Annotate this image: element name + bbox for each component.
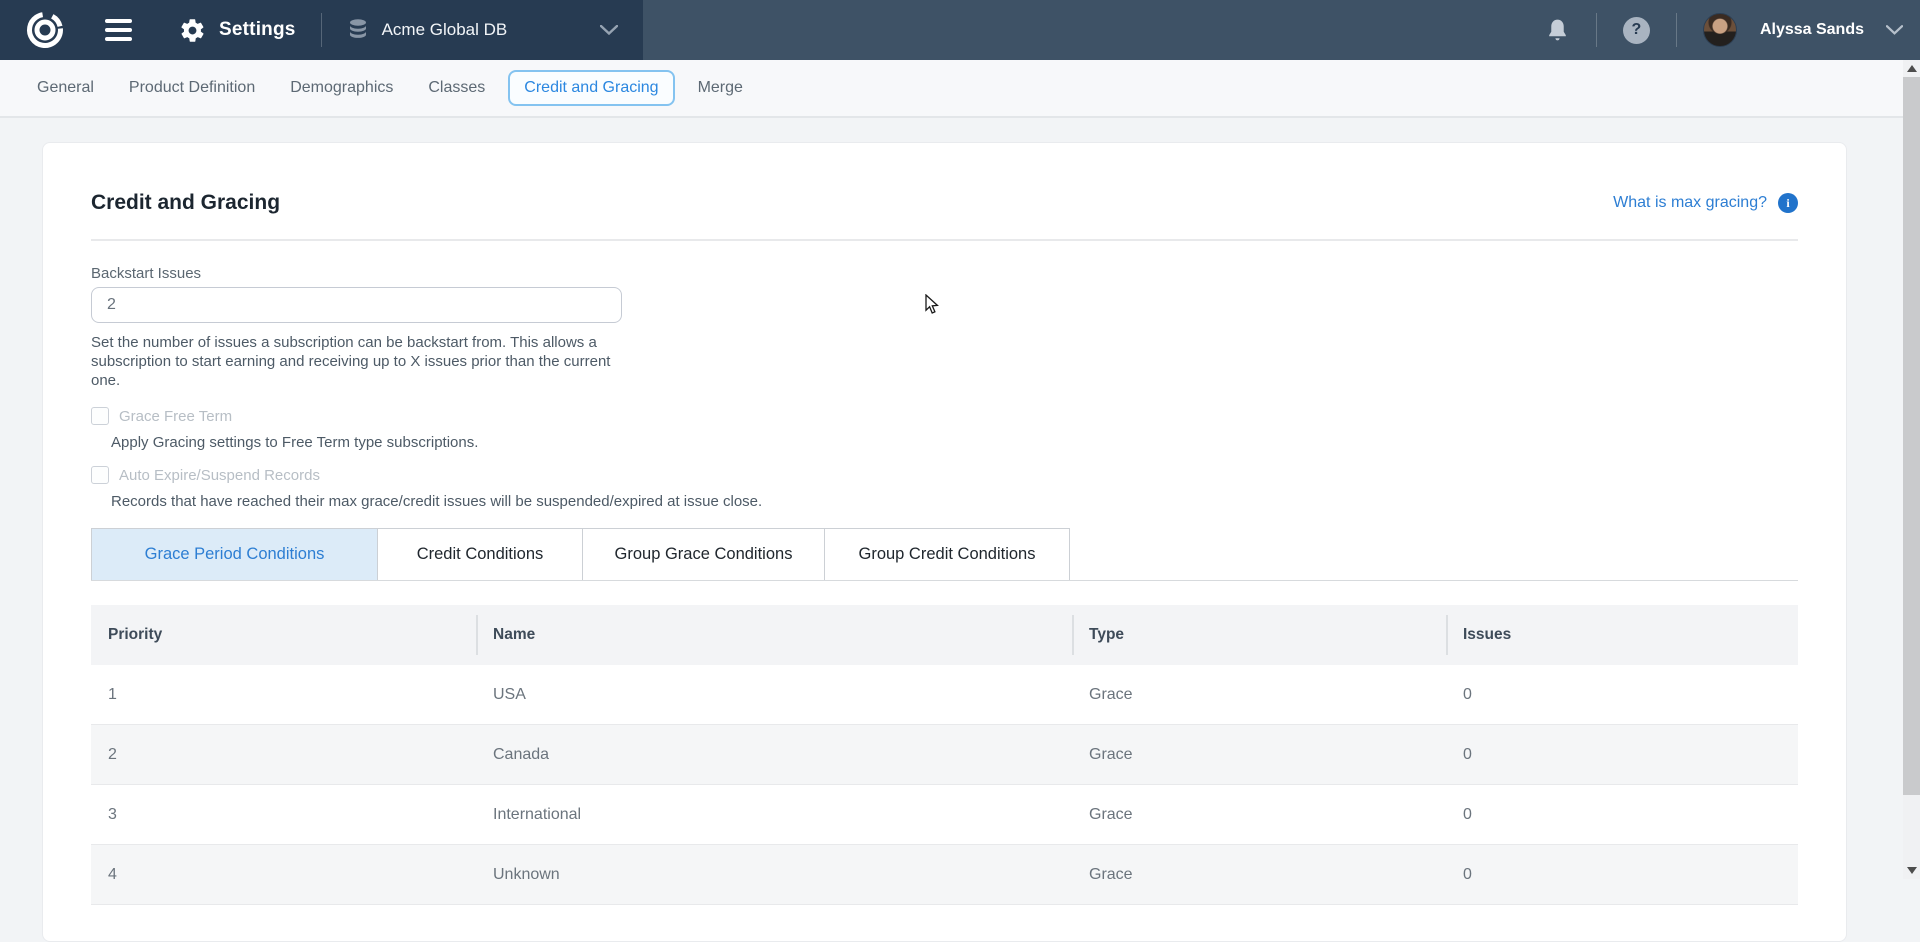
vertical-scrollbar[interactable] <box>1903 60 1920 879</box>
database-selector[interactable]: Acme Global DB <box>347 18 619 42</box>
topbar-divider <box>1676 13 1677 47</box>
cell-issues: 0 <box>1446 665 1798 724</box>
tab-demographics[interactable]: Demographics <box>284 79 399 97</box>
grace-free-term-label: Grace Free Term <box>119 408 232 425</box>
cell-issues: 0 <box>1446 785 1798 844</box>
backstart-issues-help-text: Set the number of issues a subscription … <box>91 333 636 390</box>
database-chevron-down-icon[interactable] <box>600 25 618 35</box>
cell-priority: 4 <box>91 845 476 904</box>
settings-nav: Settings <box>179 17 296 44</box>
conditions-table: Priority Name Type Issues 1 USA Grace 0 … <box>91 605 1798 905</box>
avatar[interactable] <box>1703 13 1737 47</box>
column-header-name: Name <box>476 605 1072 665</box>
credit-and-gracing-panel: Credit and Gracing What is max gracing? … <box>42 142 1847 942</box>
scrollbar-down-arrow[interactable] <box>1903 862 1920 879</box>
table-row[interactable]: 3 International Grace 0 <box>91 785 1798 845</box>
cell-type: Grace <box>1072 785 1446 844</box>
cell-issues: 0 <box>1446 845 1798 904</box>
cell-name: International <box>476 785 1072 844</box>
subtab-group-credit-conditions[interactable]: Group Credit Conditions <box>824 528 1070 580</box>
app-logo-icon[interactable] <box>25 10 65 50</box>
tab-classes[interactable]: Classes <box>422 79 491 97</box>
notifications-bell-icon[interactable] <box>1545 17 1570 44</box>
cell-type: Grace <box>1072 725 1446 784</box>
settings-title: Settings <box>219 19 296 41</box>
grace-free-term-option: Grace Free Term <box>91 407 1798 425</box>
subtab-group-grace-conditions[interactable]: Group Grace Conditions <box>582 528 825 580</box>
database-name: Acme Global DB <box>382 20 508 40</box>
cell-priority: 2 <box>91 725 476 784</box>
cell-name: USA <box>476 665 1072 724</box>
tab-credit-and-gracing[interactable]: Credit and Gracing <box>508 70 674 106</box>
cell-priority: 3 <box>91 785 476 844</box>
tab-merge[interactable]: Merge <box>692 79 749 97</box>
user-name[interactable]: Alyssa Sands <box>1760 21 1864 39</box>
backstart-issues-input[interactable] <box>91 287 622 323</box>
top-bar-left: Settings Acme Global DB <box>0 0 643 60</box>
cell-priority: 1 <box>91 665 476 724</box>
tab-general[interactable]: General <box>31 79 100 97</box>
cell-name: Canada <box>476 725 1072 784</box>
cell-issues: 0 <box>1446 725 1798 784</box>
auto-expire-label: Auto Expire/Suspend Records <box>119 467 320 484</box>
backstart-issues-label: Backstart Issues <box>91 265 1798 282</box>
database-icon <box>347 18 369 42</box>
topbar-divider <box>321 13 322 47</box>
subtab-grace-period-conditions[interactable]: Grace Period Conditions <box>91 528 378 580</box>
scrollbar-thumb[interactable] <box>1903 77 1920 795</box>
top-bar-right: ? Alyssa Sands <box>1545 0 1903 60</box>
cell-type: Grace <box>1072 665 1446 724</box>
column-header-type: Type <box>1072 605 1446 665</box>
max-gracing-help-link[interactable]: What is max gracing? <box>1613 194 1767 212</box>
condition-tabs: Grace Period Conditions Credit Condition… <box>91 528 1798 581</box>
settings-tab-bar: General Product Definition Demographics … <box>0 60 1903 118</box>
table-row[interactable]: 4 Unknown Grace 0 <box>91 845 1798 905</box>
grace-free-term-description: Apply Gracing settings to Free Term type… <box>111 434 1798 451</box>
cell-type: Grace <box>1072 845 1446 904</box>
heading-divider <box>91 239 1798 241</box>
auto-expire-checkbox[interactable] <box>91 466 109 484</box>
grace-free-term-checkbox[interactable] <box>91 407 109 425</box>
topbar-divider <box>1596 13 1597 47</box>
auto-expire-option: Auto Expire/Suspend Records <box>91 466 1798 484</box>
auto-expire-description: Records that have reached their max grac… <box>111 493 1798 510</box>
column-header-priority: Priority <box>91 605 476 665</box>
tab-product-definition[interactable]: Product Definition <box>123 79 261 97</box>
top-bar: Settings Acme Global DB ? <box>0 0 1920 60</box>
help-icon[interactable]: ? <box>1623 17 1650 44</box>
page-title: Credit and Gracing <box>91 191 280 215</box>
menu-icon[interactable] <box>105 19 132 41</box>
table-header-row: Priority Name Type Issues <box>91 605 1798 665</box>
table-row[interactable]: 2 Canada Grace 0 <box>91 725 1798 785</box>
column-header-issues: Issues <box>1446 605 1798 665</box>
gear-icon <box>179 17 206 44</box>
scrollbar-up-arrow[interactable] <box>1903 60 1920 77</box>
info-icon[interactable]: i <box>1778 193 1798 213</box>
cell-name: Unknown <box>476 845 1072 904</box>
subtab-credit-conditions[interactable]: Credit Conditions <box>377 528 583 580</box>
table-row[interactable]: 1 USA Grace 0 <box>91 665 1798 725</box>
user-menu-chevron-down-icon[interactable] <box>1886 25 1903 35</box>
